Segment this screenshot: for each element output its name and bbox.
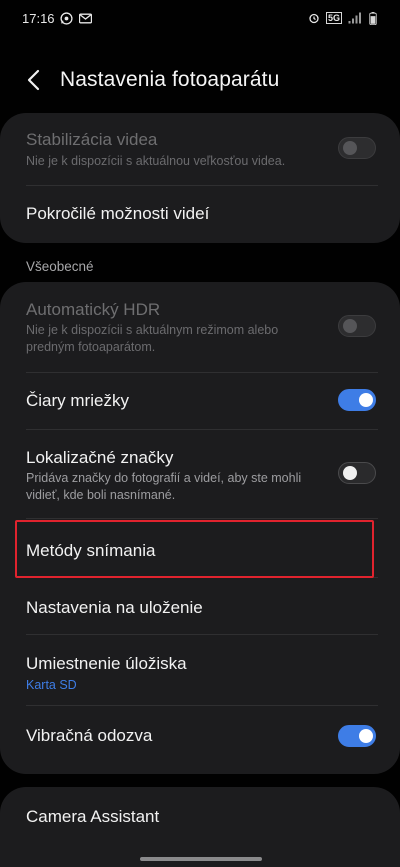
location-tags-subtitle: Pridáva značky do fotografií a videí, ab… [26,471,302,502]
auto-hdr-subtitle: Nie je k dispozícii s aktuálnym režimom … [26,323,279,354]
advanced-video-title: Pokročilé možnosti videí [26,204,210,223]
toggle-knob [343,319,357,333]
gmail-icon [79,11,93,25]
settings-to-keep-title: Nastavenia na uloženie [26,598,203,617]
chevron-left-icon [27,69,40,91]
signal-icon [347,11,361,25]
stabilization-title: Stabilizácia videa [26,130,158,149]
status-left: 17:16 [22,11,93,26]
general-settings-card: Automatický HDR Nie je k dispozícii s ak… [0,282,400,774]
vibration-feedback-toggle[interactable] [338,725,376,747]
location-tags-toggle[interactable] [338,462,376,484]
shooting-methods-row[interactable]: Metódy snímania [0,519,400,577]
storage-location-value: Karta SD [26,678,77,692]
toggle-knob [359,729,373,743]
storage-location-row[interactable]: Umiestnenie úložiska Karta SD [0,635,400,705]
settings-to-keep-row[interactable]: Nastavenia na uloženie [0,578,400,634]
app-header: Nastavenia fotoaparátu [0,54,400,106]
camera-assistant-title: Camera Assistant [26,807,160,826]
auto-hdr-toggle[interactable] [338,315,376,337]
video-settings-card: Stabilizácia videa Nie je k dispozícii s… [0,113,400,243]
section-label-general: Všeobecné [26,259,94,274]
status-right: 5G [307,11,380,25]
network-type: 5G [325,12,342,24]
camera-assistant-card: Camera Assistant [0,787,400,867]
toggle-knob [359,393,373,407]
auto-hdr-title: Automatický HDR [26,300,161,319]
grid-lines-row[interactable]: Čiary mriežky [0,373,400,429]
vibration-feedback-title: Vibračná odozva [26,726,153,745]
toggle-knob [343,141,357,155]
page-title: Nastavenia fotoaparátu [60,68,280,91]
grid-lines-toggle[interactable] [338,389,376,411]
status-bar: 17:16 5G [0,0,400,36]
whatsapp-icon [60,11,74,25]
vibration-feedback-row[interactable]: Vibračná odozva [0,706,400,774]
back-button[interactable] [18,64,50,96]
storage-location-title: Umiestnenie úložiska [26,654,187,673]
shooting-methods-title: Metódy snímania [26,541,156,560]
alarm-icon [307,11,321,25]
location-tags-row[interactable]: Lokalizačné značky Pridáva značky do fot… [0,430,400,518]
camera-assistant-row[interactable]: Camera Assistant [0,787,400,847]
advanced-video-row[interactable]: Pokročilé možnosti videí [0,186,400,243]
stabilization-toggle[interactable] [338,137,376,159]
battery-icon [366,11,380,25]
status-time: 17:16 [22,10,55,26]
stabilization-row[interactable]: Stabilizácia videa Nie je k dispozícii s… [0,113,400,185]
auto-hdr-row[interactable]: Automatický HDR Nie je k dispozícii s ak… [0,282,400,372]
grid-lines-title: Čiary mriežky [26,391,129,410]
home-indicator[interactable] [140,857,262,861]
toggle-knob [343,466,357,480]
location-tags-title: Lokalizačné značky [26,448,174,467]
stabilization-subtitle: Nie je k dispozícii s aktuálnou veľkosťo… [26,154,286,168]
